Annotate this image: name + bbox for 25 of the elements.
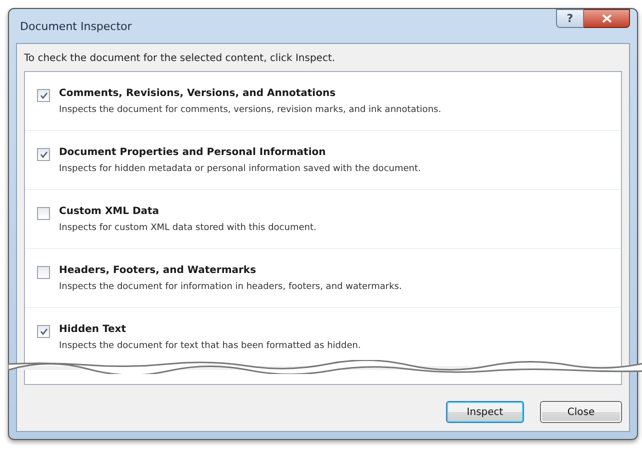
option-label: Headers, Footers, and Watermarks — [59, 265, 258, 276]
close-icon — [602, 14, 612, 23]
instruction-text: To check the document for the selected content, click Inspect. — [24, 53, 336, 64]
help-button[interactable]: ? — [556, 9, 584, 28]
close-dialog-button[interactable]: Close — [540, 401, 622, 423]
checkbox[interactable] — [37, 207, 50, 220]
checkmark-icon — [40, 328, 48, 335]
option-label: Document Properties and Personal Information — [59, 147, 327, 158]
checkmark-icon — [40, 151, 48, 158]
checkbox[interactable] — [37, 89, 50, 102]
option-label: Hidden Text — [59, 324, 128, 335]
checkbox[interactable] — [37, 325, 50, 338]
close-button[interactable] — [584, 9, 630, 28]
window-title: Document Inspector — [19, 20, 132, 32]
option-description: Inspects the document for information in headers, footers, and watermarks. — [59, 282, 402, 292]
checkmark-icon — [40, 92, 48, 99]
option-label: Comments, Revisions, Versions, and Annotations — [59, 88, 337, 99]
option-description: Inspects the document for comments, versions, revision marks, and ink annotations. — [59, 105, 442, 115]
checkbox[interactable] — [37, 266, 50, 279]
option-description: Inspects for hidden metadata or personal information saved with the document. — [59, 164, 421, 174]
option-description: Inspects for custom XML data stored with this document. — [59, 223, 316, 233]
option-description: Inspects the document for text that has been formatted as hidden. — [59, 341, 361, 351]
checkbox[interactable] — [37, 148, 50, 161]
inspect-button[interactable]: Inspect — [446, 401, 524, 423]
option-label: Custom XML Data — [59, 206, 160, 217]
